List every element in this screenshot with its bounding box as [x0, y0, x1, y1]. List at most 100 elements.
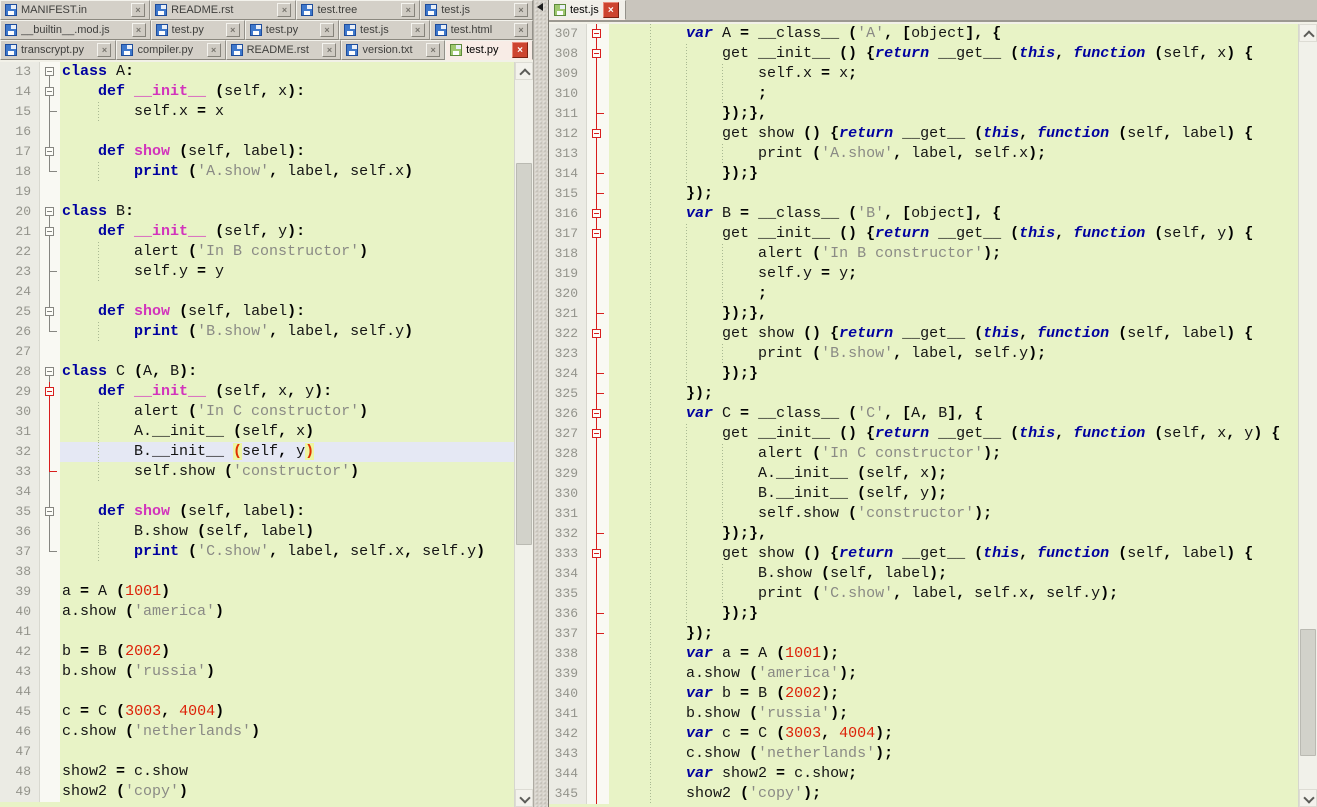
code-line[interactable]: 341 b.show ('russia'); — [549, 704, 1298, 724]
close-icon[interactable]: × — [277, 3, 291, 17]
fold-toggle-icon[interactable] — [587, 544, 609, 564]
code-line[interactable]: 46c.show ('netherlands') — [0, 722, 514, 742]
code-line[interactable]: 334 B.show (self, label); — [549, 564, 1298, 584]
code-line[interactable]: 18 print ('A.show', label, self.x) — [0, 162, 514, 182]
code-line[interactable]: 339 a.show ('america'); — [549, 664, 1298, 684]
code-line[interactable]: 49show2 ('copy') — [0, 782, 514, 802]
code-line[interactable]: 345 show2 ('copy'); — [549, 784, 1298, 804]
code-line[interactable]: 33 self.show ('constructor') — [0, 462, 514, 482]
code-line[interactable]: 38 — [0, 562, 514, 582]
close-icon[interactable]: × — [514, 3, 528, 17]
code-line[interactable]: 330 B.__init__ (self, y); — [549, 484, 1298, 504]
code-line[interactable]: 24 — [0, 282, 514, 302]
code-line[interactable]: 43b.show ('russia') — [0, 662, 514, 682]
code-line[interactable]: 337 }); — [549, 624, 1298, 644]
code-line[interactable]: 312 get show () {return __get__ (this, f… — [549, 124, 1298, 144]
close-icon[interactable]: × — [512, 42, 528, 58]
fold-toggle-icon[interactable] — [40, 62, 60, 82]
fold-toggle-icon[interactable] — [40, 502, 60, 522]
code-line[interactable]: 323 print ('B.show', label, self.y); — [549, 344, 1298, 364]
fold-toggle-icon[interactable] — [587, 224, 609, 244]
code-line[interactable]: 327 get __init__ () {return __get__ (thi… — [549, 424, 1298, 444]
code-line[interactable]: 35 def show (self, label): — [0, 502, 514, 522]
close-icon[interactable]: × — [426, 43, 440, 57]
code-line[interactable]: 326 var C = __class__ ('C', [A, B], { — [549, 404, 1298, 424]
file-tab[interactable]: test.py× — [245, 20, 339, 40]
fold-toggle-icon[interactable] — [587, 204, 609, 224]
file-tab[interactable]: README.rst× — [226, 40, 342, 60]
close-icon[interactable]: × — [603, 2, 619, 18]
close-icon[interactable]: × — [132, 23, 146, 37]
fold-toggle-icon[interactable] — [40, 382, 60, 402]
code-line[interactable]: 14 def __init__ (self, x): — [0, 82, 514, 102]
code-line[interactable]: 22 alert ('In B constructor') — [0, 242, 514, 262]
code-line[interactable]: 321 });}, — [549, 304, 1298, 324]
fold-toggle-icon[interactable] — [587, 324, 609, 344]
close-icon[interactable]: × — [514, 23, 528, 37]
code-line[interactable]: 329 A.__init__ (self, x); — [549, 464, 1298, 484]
file-tab[interactable]: compiler.py× — [116, 40, 225, 60]
code-line[interactable]: 25 def show (self, label): — [0, 302, 514, 322]
code-line[interactable]: 21 def __init__ (self, y): — [0, 222, 514, 242]
code-line[interactable]: 32 B.__init__ (self, y) — [0, 442, 514, 462]
code-line[interactable]: 309 self.x = x; — [549, 64, 1298, 84]
code-line[interactable]: 340 var b = B (2002); — [549, 684, 1298, 704]
code-line[interactable]: 317 get __init__ () {return __get__ (thi… — [549, 224, 1298, 244]
fold-toggle-icon[interactable] — [587, 44, 609, 64]
close-icon[interactable]: × — [97, 43, 111, 57]
close-icon[interactable]: × — [226, 23, 240, 37]
code-line[interactable]: 335 print ('C.show', label, self.x, self… — [549, 584, 1298, 604]
code-line[interactable]: 315 }); — [549, 184, 1298, 204]
fold-toggle-icon[interactable] — [40, 82, 60, 102]
code-line[interactable]: 342 var c = C (3003, 4004); — [549, 724, 1298, 744]
code-line[interactable]: 316 var B = __class__ ('B', [object], { — [549, 204, 1298, 224]
code-line[interactable]: 28class C (A, B): — [0, 362, 514, 382]
scroll-up-button[interactable] — [1299, 24, 1317, 42]
code-line[interactable]: 37 print ('C.show', label, self.x, self.… — [0, 542, 514, 562]
fold-toggle-icon[interactable] — [587, 24, 609, 44]
code-line[interactable]: 324 });} — [549, 364, 1298, 384]
code-line[interactable]: 308 get __init__ () {return __get__ (thi… — [549, 44, 1298, 64]
code-line[interactable]: 40a.show ('america') — [0, 602, 514, 622]
fold-toggle-icon[interactable] — [40, 142, 60, 162]
scroll-up-button[interactable] — [515, 62, 533, 80]
code-line[interactable]: 19 — [0, 182, 514, 202]
scroll-down-button[interactable] — [515, 789, 533, 807]
left-scrollbar-thumb[interactable] — [516, 163, 532, 545]
close-icon[interactable]: × — [322, 43, 336, 57]
code-line[interactable]: 319 self.y = y; — [549, 264, 1298, 284]
file-tab[interactable]: transcrypt.py× — [0, 40, 116, 60]
code-line[interactable]: 318 alert ('In B constructor'); — [549, 244, 1298, 264]
file-tab[interactable]: test.html× — [430, 20, 533, 40]
close-icon[interactable]: × — [207, 43, 221, 57]
fold-toggle-icon[interactable] — [587, 404, 609, 424]
right-vertical-scrollbar[interactable] — [1298, 24, 1317, 807]
code-line[interactable]: 48show2 = c.show — [0, 762, 514, 782]
code-line[interactable]: 27 — [0, 342, 514, 362]
fold-toggle-icon[interactable] — [40, 302, 60, 322]
file-tab[interactable]: test.py× — [445, 40, 533, 60]
file-tab[interactable]: version.txt× — [341, 40, 445, 60]
file-tab[interactable]: test.py× — [151, 20, 245, 40]
close-icon[interactable]: × — [401, 3, 415, 17]
code-line[interactable]: 36 B.show (self, label) — [0, 522, 514, 542]
file-tab[interactable]: README.rst× — [150, 0, 296, 20]
code-line[interactable]: 20class B: — [0, 202, 514, 222]
code-line[interactable]: 311 });}, — [549, 104, 1298, 124]
fold-toggle-icon[interactable] — [587, 424, 609, 444]
file-tab[interactable]: __builtin__.mod.js× — [0, 20, 151, 40]
code-line[interactable]: 41 — [0, 622, 514, 642]
code-line[interactable]: 328 alert ('In C constructor'); — [549, 444, 1298, 464]
code-line[interactable]: 332 });}, — [549, 524, 1298, 544]
close-icon[interactable]: × — [320, 23, 334, 37]
code-line[interactable]: 320 ; — [549, 284, 1298, 304]
file-tab[interactable]: test.js× — [549, 0, 626, 20]
code-line[interactable]: 344 var show2 = c.show; — [549, 764, 1298, 784]
file-tab[interactable]: test.js× — [339, 20, 430, 40]
close-icon[interactable]: × — [131, 3, 145, 17]
code-line[interactable]: 26 print ('B.show', label, self.y) — [0, 322, 514, 342]
code-line[interactable]: 16 — [0, 122, 514, 142]
fold-toggle-icon[interactable] — [40, 362, 60, 382]
code-line[interactable]: 42b = B (2002) — [0, 642, 514, 662]
code-line[interactable]: 31 A.__init__ (self, x) — [0, 422, 514, 442]
